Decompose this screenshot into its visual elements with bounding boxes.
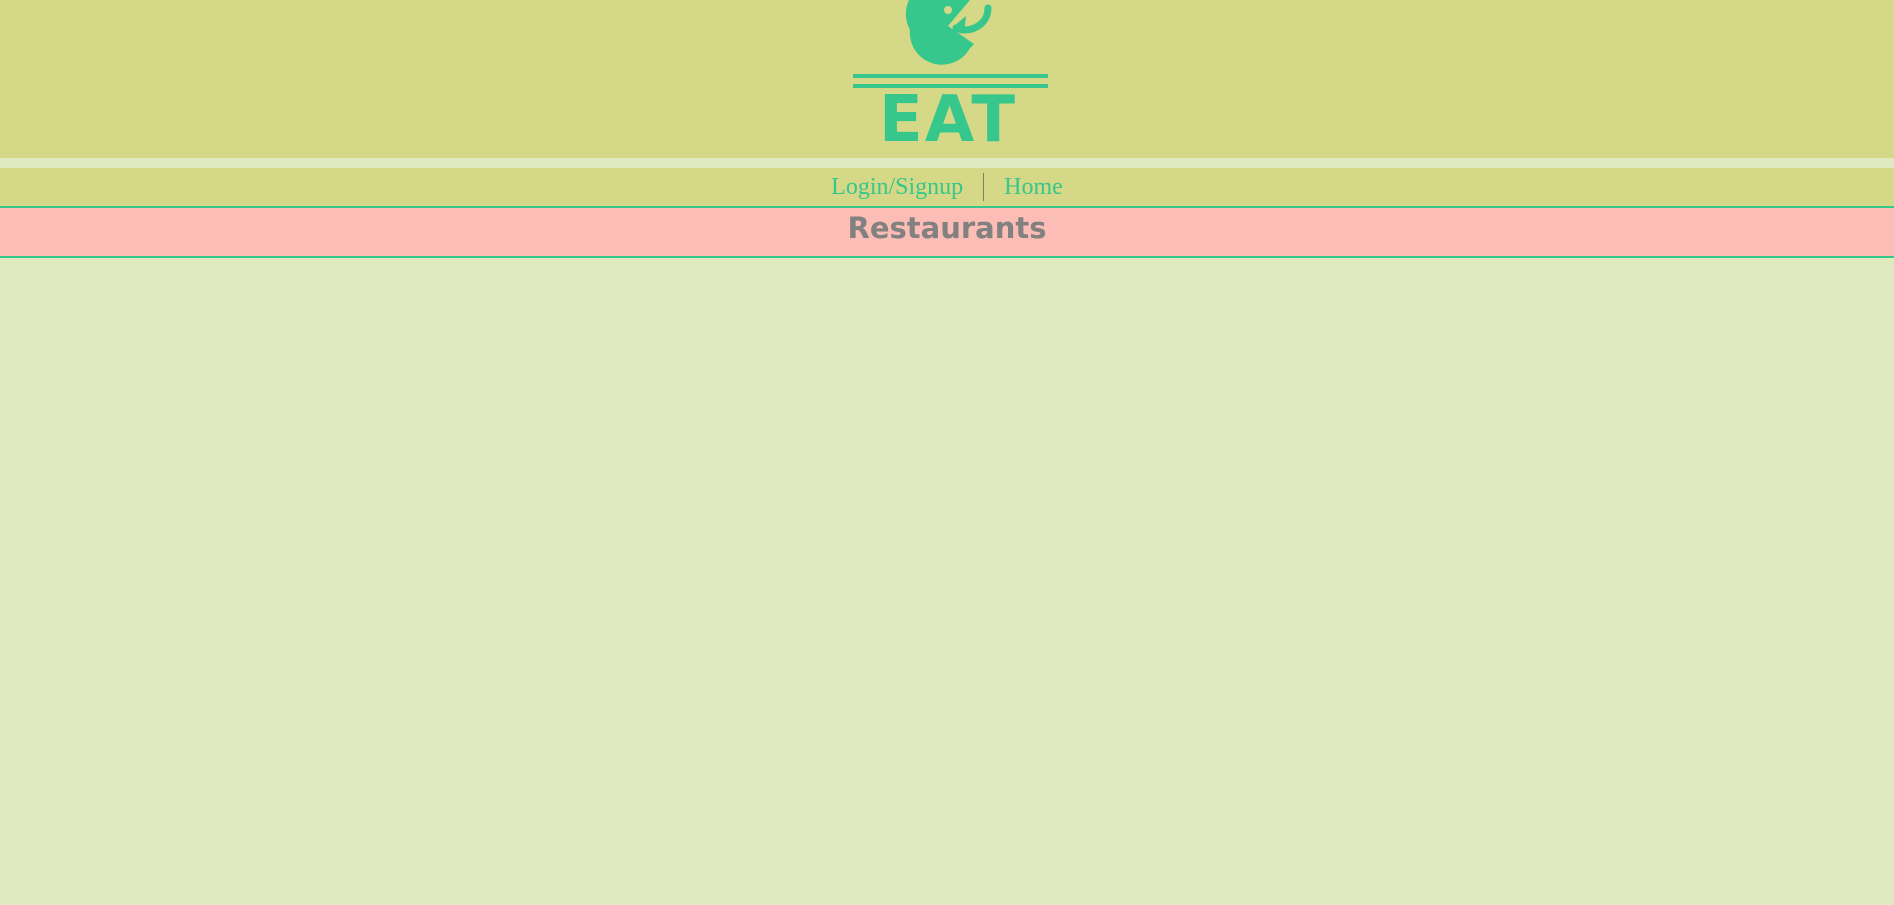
page-title-bar: Restaurants xyxy=(0,208,1894,258)
nav-home-link[interactable]: Home xyxy=(984,173,1083,201)
header-divider xyxy=(0,158,1894,168)
main-nav: Login/Signup Home xyxy=(0,168,1894,208)
nav-login-signup-link[interactable]: Login/Signup xyxy=(811,173,983,201)
pacman-eating-icon xyxy=(853,0,1048,88)
site-logo[interactable]: EAT IT xyxy=(848,0,1048,216)
main-content xyxy=(0,258,1894,905)
page-title: Restaurants xyxy=(847,211,1047,245)
site-header: EAT IT xyxy=(0,0,1894,216)
